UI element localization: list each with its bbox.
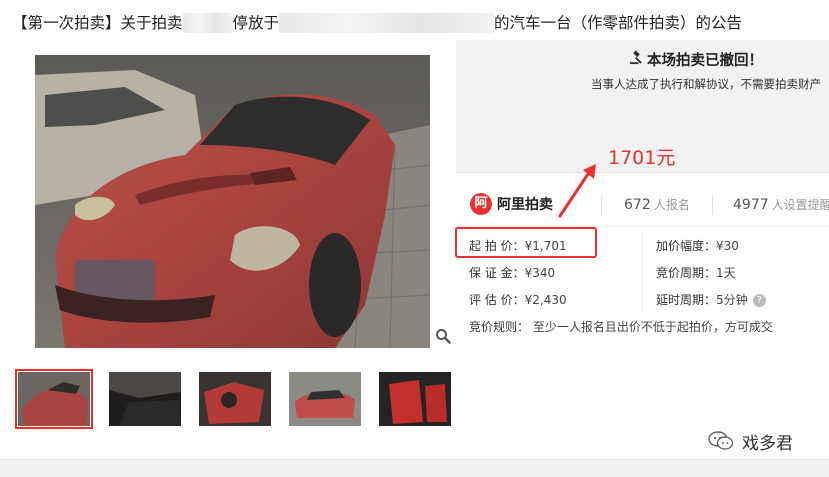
main-car-photo[interactable] [35,55,430,348]
thumbnail-strip [15,369,455,429]
zoom-button[interactable] [432,328,454,350]
title-part-3: 的汽车一台（作零部件拍卖）的公告 [494,14,743,32]
ali-auction-logo-icon: 阿 [470,193,492,215]
appraisal-price: 评 估 价：¥2,430 [469,293,567,307]
extension-period: 延时周期：5分钟? [656,291,766,308]
deposit: 保 证 金：¥340 [469,266,556,280]
ali-auction-brand[interactable]: 阿 阿里拍卖 [470,190,553,218]
bid-increment: 加价幅度：¥30 [656,239,739,253]
thumbnail-2[interactable] [109,372,181,426]
thumbnail-4[interactable] [289,372,361,426]
brand-name: 阿里拍卖 [497,197,553,213]
magnifier-icon [436,329,451,344]
bidding-rule: 竞价规则： 至少一人报名且出价不低于起拍价，方可成交 [469,320,773,334]
thumbnail-5[interactable] [379,372,451,426]
reminder-count: 4977 人设置提醒 [733,197,829,213]
watermark-text: 戏多君 [742,433,793,454]
start-price-highlight [455,227,597,258]
page-footer-strip [0,459,829,477]
gavel-icon [629,50,647,69]
title-redaction [182,13,233,33]
status-title: 本场拍卖已撤回！ [629,49,763,70]
divider [712,195,713,215]
title-part-1: 【第一次拍卖】关于拍卖 [12,14,183,32]
divider [601,195,602,215]
divider [642,232,643,312]
question-icon[interactable]: ? [752,294,766,307]
status-subtitle: 当事人达成了执行和解协议，不需要拍卖财产 [591,77,821,91]
watermark: 戏多君 [708,426,793,456]
annotation-price: 1701元 [608,147,676,169]
signup-count: 672 人报名 [624,197,690,213]
title-redaction [279,13,495,33]
thumbnail-3[interactable] [199,372,271,426]
title-part-2: 停放于 [232,14,280,32]
listing-title: 【第一次拍卖】关于拍卖 停放于 的汽车一台（作零部件拍卖）的公告 [12,9,812,37]
wechat-icon [708,431,734,450]
thumbnail-1[interactable] [15,369,93,429]
bidding-cycle: 竞价周期：1天 [656,266,736,280]
